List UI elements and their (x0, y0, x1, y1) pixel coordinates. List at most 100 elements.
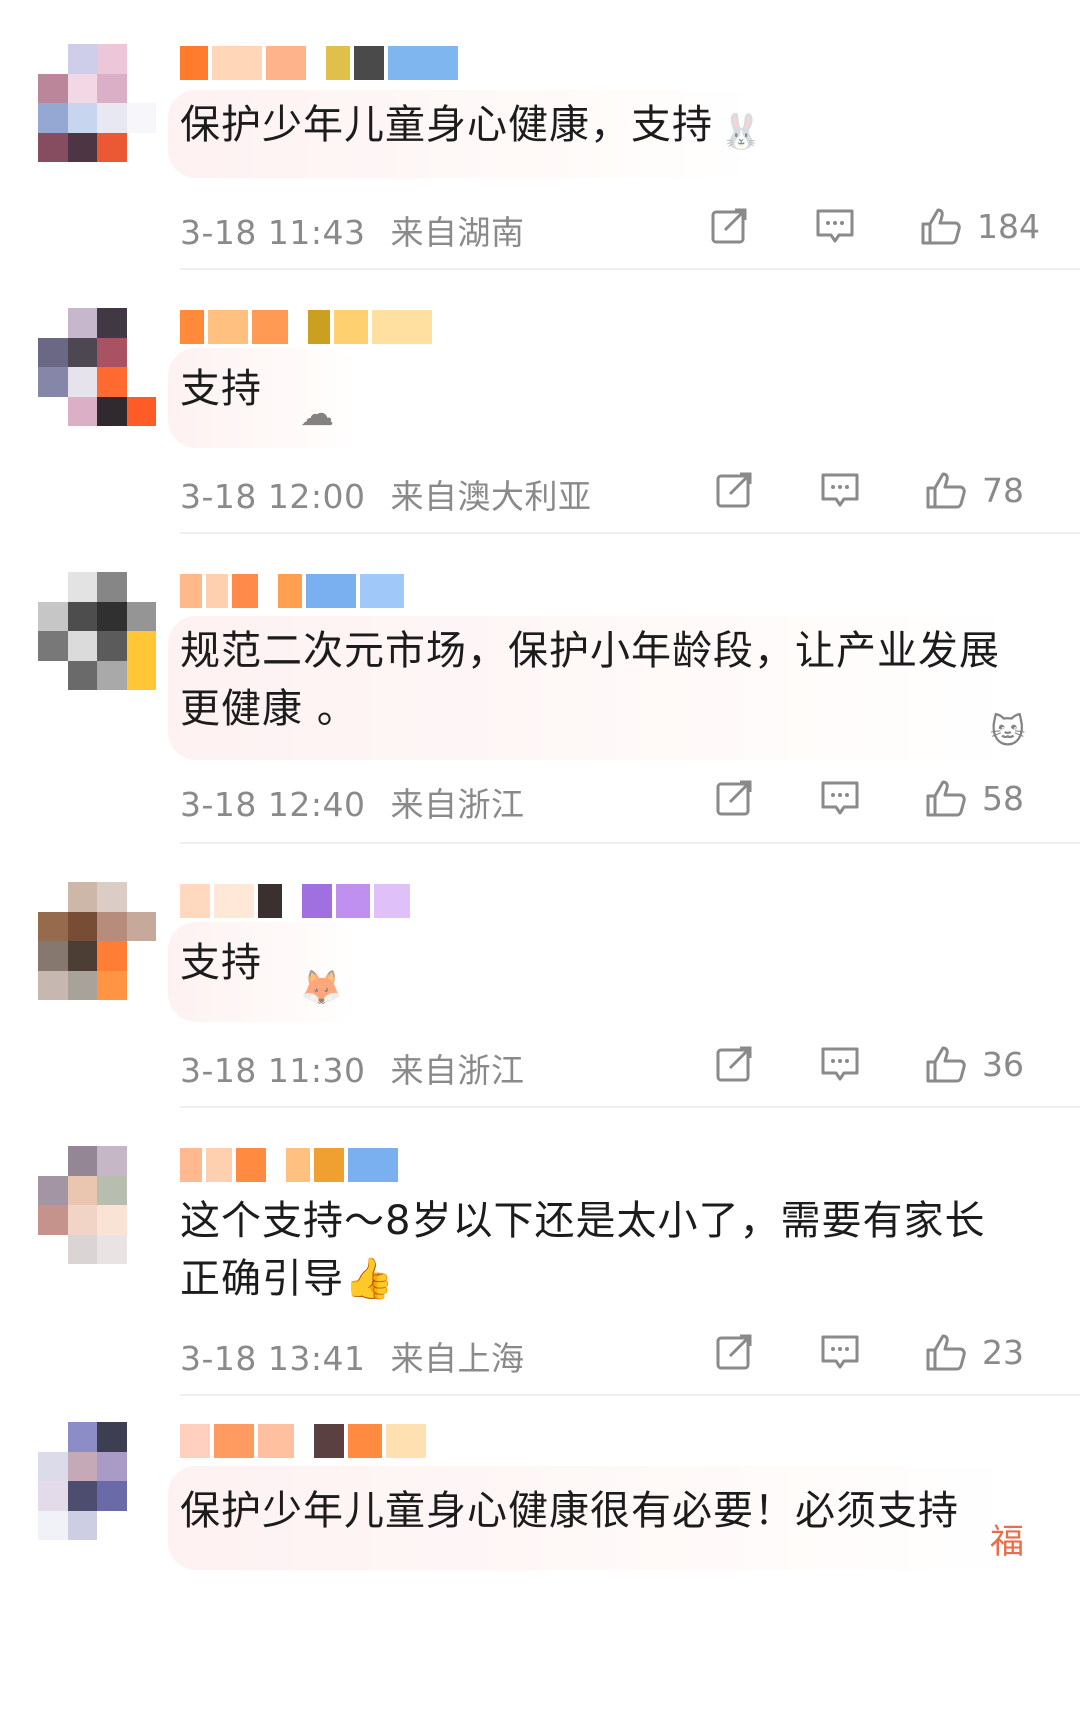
avatar-pixel (97, 572, 127, 602)
share-icon[interactable] (712, 776, 756, 820)
avatar-pixel (97, 1205, 127, 1235)
avatar-pixel (126, 1481, 156, 1511)
avatar-pixel (97, 1510, 127, 1540)
username-pixel (214, 1424, 254, 1458)
avatar-pixel (38, 660, 68, 690)
username-pixel (214, 884, 254, 918)
avatar-pixel (126, 396, 156, 426)
like-button[interactable]: 78 (924, 468, 1040, 512)
thumbs-up-icon[interactable] (924, 776, 968, 820)
avatar-pixel (126, 1422, 156, 1452)
avatar-pixel (67, 572, 97, 602)
like-count: 23 (982, 1332, 1024, 1372)
comment-icon[interactable] (818, 1330, 862, 1374)
avatar-pixel (38, 1175, 68, 1205)
comment-text: 这个支持～8岁以下还是太小了，需要有家长正确引导👍 (180, 1198, 986, 1302)
avatar[interactable] (38, 572, 156, 690)
like-button[interactable]: 23 (924, 1330, 1040, 1374)
avatar-pixel (67, 337, 97, 367)
comment-icon[interactable] (818, 468, 862, 512)
like-button[interactable]: 36 (924, 1042, 1040, 1086)
avatar[interactable] (38, 308, 156, 426)
avatar[interactable] (38, 1422, 156, 1540)
comment-icon[interactable] (818, 1042, 862, 1086)
avatar-pixel (67, 882, 97, 912)
comment-text: 规范二次元市场，保护小年龄段，让产业发展更健康 。 (180, 628, 1000, 732)
username-pixel (302, 884, 332, 918)
avatar-pixel (97, 73, 127, 103)
avatar-pixel (38, 1234, 68, 1264)
avatar-pixel (67, 308, 97, 338)
username-pixel (252, 310, 288, 344)
username-pixel (386, 1424, 426, 1458)
like-count: 184 (977, 206, 1040, 246)
username-pixel (308, 310, 330, 344)
username-pixel (286, 1148, 310, 1182)
username-pixel (236, 1148, 266, 1182)
avatar-pixel (38, 1205, 68, 1235)
avatar-pixel (38, 367, 68, 397)
avatar-pixel (97, 103, 127, 133)
thumbs-up-icon[interactable] (924, 1042, 968, 1086)
avatar[interactable] (38, 882, 156, 1000)
avatar-pixel (38, 970, 68, 1000)
username-blurred[interactable] (180, 572, 408, 610)
username-pixel (314, 1148, 344, 1182)
avatar-pixel (126, 1175, 156, 1205)
avatar-pixel (67, 1205, 97, 1235)
avatar-pixel (38, 882, 68, 912)
divider (180, 1106, 1080, 1108)
like-button[interactable]: 184 (919, 204, 1040, 248)
username-blurred[interactable] (180, 308, 436, 346)
username-pixel (180, 46, 208, 80)
avatar-pixel (38, 103, 68, 133)
username-pixel (348, 1424, 382, 1458)
comment-location: 来自浙江 (390, 1051, 525, 1090)
avatar-pixel (126, 1234, 156, 1264)
comment-feed: 保护少年儿童身心健康，支持 🐰 3-18 11:43 来自湖南 184 支持 ☁… (0, 0, 1080, 1719)
avatar-pixel (38, 911, 68, 941)
share-icon[interactable] (712, 468, 756, 512)
like-button[interactable]: 58 (924, 776, 1040, 820)
avatar-pixel (126, 1205, 156, 1235)
avatar-pixel (97, 308, 127, 338)
comment-icon[interactable] (818, 776, 862, 820)
avatar-pixel (126, 73, 156, 103)
share-icon[interactable] (712, 1330, 756, 1374)
username-blurred[interactable] (180, 1146, 402, 1184)
cloud-sticker-icon: ☁ (300, 394, 334, 434)
username-pixel (232, 574, 258, 608)
username-pixel (266, 46, 306, 80)
username-pixel (360, 574, 404, 608)
thumbs-up-icon[interactable] (919, 204, 963, 248)
username-pixel (180, 884, 210, 918)
avatar[interactable] (38, 1146, 156, 1264)
comment-text: 保护少年儿童身心健康，支持 (180, 102, 713, 148)
avatar-pixel (97, 396, 127, 426)
comment-text: 保护少年儿童身心健康很有必要！必须支持 (180, 1488, 959, 1534)
username-blurred[interactable] (180, 1422, 430, 1460)
avatar-pixel (126, 337, 156, 367)
avatar-pixel (67, 1510, 97, 1540)
share-icon[interactable] (712, 1042, 756, 1086)
avatar-pixel (97, 970, 127, 1000)
comment-icon[interactable] (813, 204, 857, 248)
thumbs-up-icon[interactable] (924, 1330, 968, 1374)
comment-meta: 3-18 13:41 来自上海 (180, 1332, 525, 1380)
username-blurred[interactable] (180, 882, 414, 920)
username-pixel (314, 1424, 344, 1458)
avatar-pixel (38, 1451, 68, 1481)
comment-meta: 3-18 12:00 来自澳大利亚 (180, 470, 592, 518)
avatar[interactable] (38, 44, 156, 162)
thumbs-up-icon[interactable] (924, 468, 968, 512)
avatar-pixel (97, 367, 127, 397)
divider (180, 1394, 1080, 1396)
comment-location: 来自浙江 (390, 785, 525, 824)
share-icon[interactable] (707, 204, 751, 248)
username-pixel (180, 1148, 202, 1182)
username-blurred[interactable] (180, 44, 462, 82)
username-pixel (374, 884, 410, 918)
username-pixel (212, 46, 262, 80)
avatar-pixel (67, 396, 97, 426)
avatar-pixel (67, 44, 97, 74)
